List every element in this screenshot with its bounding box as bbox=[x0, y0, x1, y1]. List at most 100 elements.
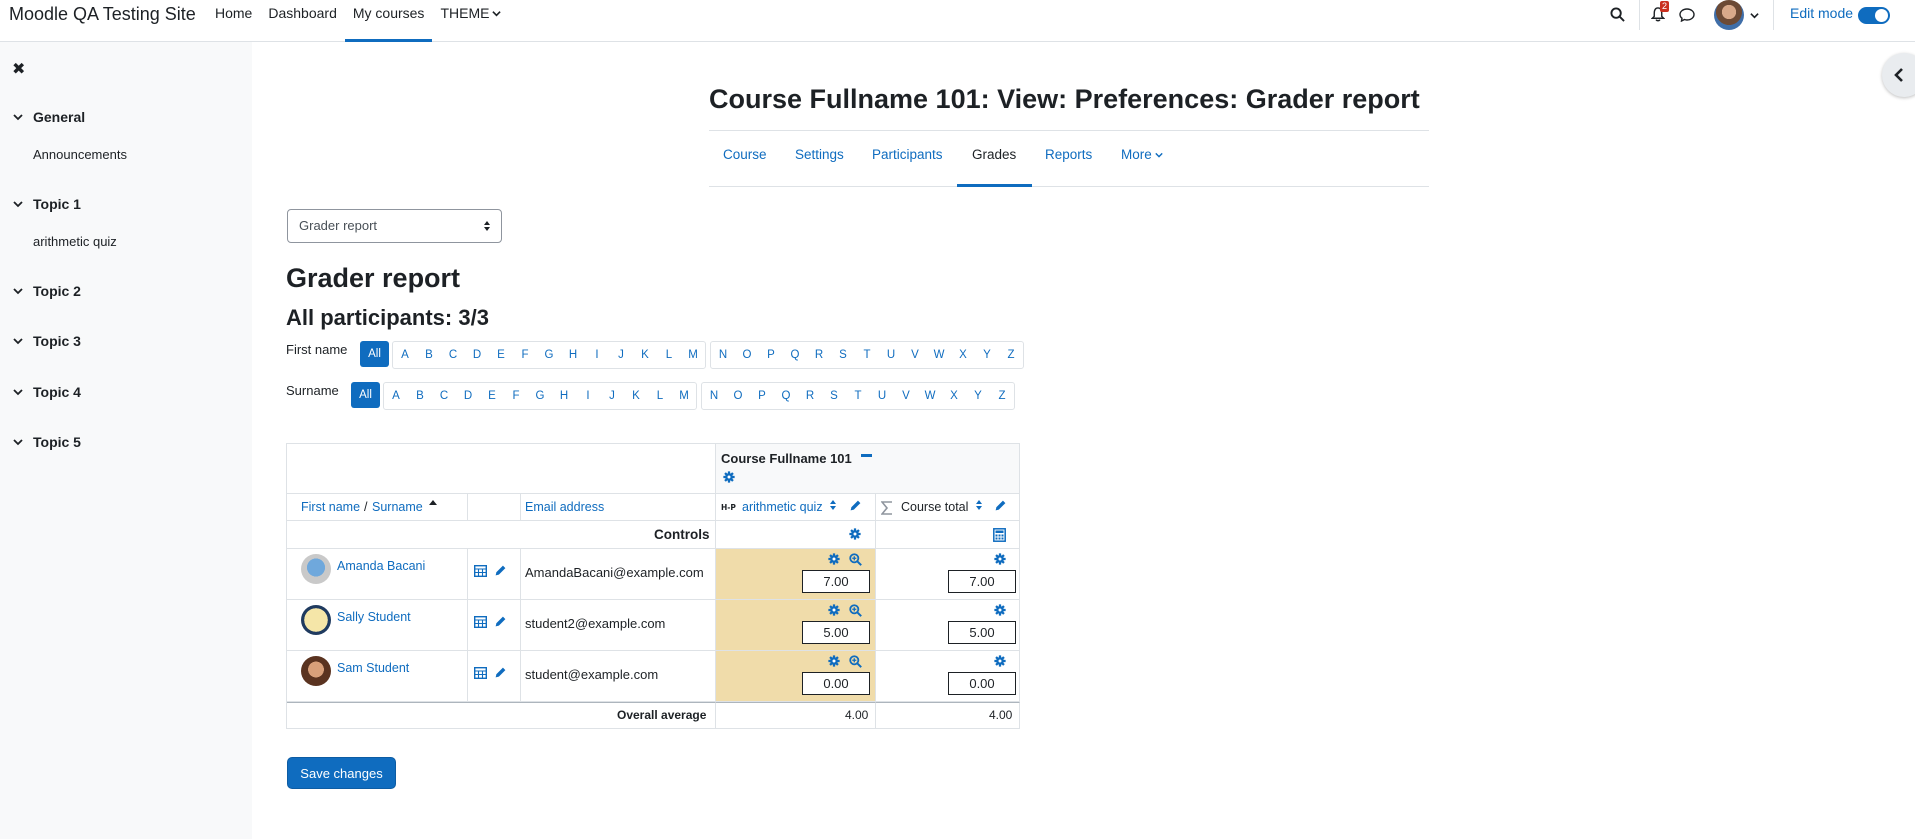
firstname-initial-w[interactable]: W bbox=[927, 342, 951, 368]
nav-theme[interactable]: THEME bbox=[432, 0, 509, 42]
pencil-icon[interactable] bbox=[994, 499, 1007, 512]
surname-initial-d[interactable]: D bbox=[456, 383, 480, 409]
firstname-initial-z[interactable]: Z bbox=[999, 342, 1023, 368]
firstname-initial-x[interactable]: X bbox=[951, 342, 975, 368]
student-name-link[interactable]: Sally Student bbox=[337, 610, 411, 624]
firstname-initial-c[interactable]: C bbox=[441, 342, 465, 368]
zoom-in-icon[interactable] bbox=[849, 655, 862, 668]
collapse-icon[interactable] bbox=[861, 454, 872, 458]
firstname-initial-j[interactable]: J bbox=[609, 342, 633, 368]
firstname-initial-f[interactable]: F bbox=[513, 342, 537, 368]
firstname-initial-i[interactable]: I bbox=[585, 342, 609, 368]
surname-initial-w[interactable]: W bbox=[918, 383, 942, 409]
surname-initial-u[interactable]: U bbox=[870, 383, 894, 409]
firstname-initial-o[interactable]: O bbox=[735, 342, 759, 368]
edit-mode-toggle[interactable] bbox=[1858, 7, 1890, 24]
course-total-input[interactable]: 7.00 bbox=[948, 570, 1016, 593]
zoom-in-icon[interactable] bbox=[849, 604, 862, 617]
site-name[interactable]: Moodle QA Testing Site bbox=[9, 4, 196, 25]
surname-initial-k[interactable]: K bbox=[624, 383, 648, 409]
gear-icon[interactable] bbox=[828, 553, 840, 565]
firstname-initial-h[interactable]: H bbox=[561, 342, 585, 368]
surname-initial-m[interactable]: M bbox=[672, 383, 696, 409]
surname-initial-e[interactable]: E bbox=[480, 383, 504, 409]
firstname-initial-u[interactable]: U bbox=[879, 342, 903, 368]
surname-initial-j[interactable]: J bbox=[600, 383, 624, 409]
gear-icon[interactable] bbox=[994, 655, 1006, 667]
surname-initial-x[interactable]: X bbox=[942, 383, 966, 409]
tab-grades[interactable]: Grades bbox=[972, 147, 1016, 162]
nav-home[interactable]: Home bbox=[207, 0, 260, 42]
surname-initial-v[interactable]: V bbox=[894, 383, 918, 409]
nav-dashboard[interactable]: Dashboard bbox=[260, 0, 345, 42]
firstname-initial-q[interactable]: Q bbox=[783, 342, 807, 368]
surname-initial-y[interactable]: Y bbox=[966, 383, 990, 409]
surname-initial-h[interactable]: H bbox=[552, 383, 576, 409]
sort-icon[interactable] bbox=[975, 499, 983, 511]
grade-input[interactable]: 5.00 bbox=[802, 621, 870, 644]
tab-participants[interactable]: Participants bbox=[872, 147, 943, 162]
course-total-input[interactable]: 5.00 bbox=[948, 621, 1016, 644]
user-menu-chevron-down-icon[interactable] bbox=[1750, 11, 1759, 20]
firstname-initial-y[interactable]: Y bbox=[975, 342, 999, 368]
firstname-initial-b[interactable]: B bbox=[417, 342, 441, 368]
firstname-initial-a[interactable]: A bbox=[393, 342, 417, 368]
surname-initial-n[interactable]: N bbox=[702, 383, 726, 409]
surname-initial-f[interactable]: F bbox=[504, 383, 528, 409]
firstname-initial-t[interactable]: T bbox=[855, 342, 879, 368]
surname-initial-a[interactable]: A bbox=[384, 383, 408, 409]
pencil-icon[interactable] bbox=[494, 666, 507, 679]
activity-announcements[interactable]: Announcements bbox=[33, 147, 127, 162]
sort-firstname-link[interactable]: First name bbox=[301, 500, 360, 514]
firstname-initial-k[interactable]: K bbox=[633, 342, 657, 368]
firstname-initial-r[interactable]: R bbox=[807, 342, 831, 368]
surname-initial-c[interactable]: C bbox=[432, 383, 456, 409]
pencil-icon[interactable] bbox=[494, 615, 507, 628]
firstname-initial-e[interactable]: E bbox=[489, 342, 513, 368]
surname-initial-q[interactable]: Q bbox=[774, 383, 798, 409]
surname-initial-t[interactable]: T bbox=[846, 383, 870, 409]
pencil-icon[interactable] bbox=[494, 564, 507, 577]
firstname-initial-g[interactable]: G bbox=[537, 342, 561, 368]
surname-initial-g[interactable]: G bbox=[528, 383, 552, 409]
surname-initial-b[interactable]: B bbox=[408, 383, 432, 409]
firstname-initial-all[interactable]: All bbox=[360, 341, 389, 367]
sort-icon[interactable] bbox=[829, 499, 837, 511]
grade-input[interactable]: 0.00 bbox=[802, 672, 870, 695]
gear-icon[interactable] bbox=[849, 528, 861, 540]
grade-item-link[interactable]: arithmetic quiz bbox=[742, 500, 823, 514]
firstname-initial-v[interactable]: V bbox=[903, 342, 927, 368]
calculator-icon[interactable] bbox=[993, 528, 1006, 542]
open-block-drawer-button[interactable] bbox=[1882, 53, 1915, 97]
user-avatar[interactable] bbox=[1714, 0, 1744, 30]
student-name-link[interactable]: Sam Student bbox=[337, 661, 409, 675]
activity-arithmetic-quiz[interactable]: arithmetic quiz bbox=[33, 234, 117, 249]
table-icon[interactable] bbox=[474, 565, 487, 577]
firstname-initial-s[interactable]: S bbox=[831, 342, 855, 368]
student-avatar[interactable] bbox=[301, 605, 331, 635]
surname-initial-o[interactable]: O bbox=[726, 383, 750, 409]
student-avatar[interactable] bbox=[301, 554, 331, 584]
sort-surname-link[interactable]: Surname bbox=[372, 500, 423, 514]
pencil-icon[interactable] bbox=[849, 499, 862, 512]
surname-initial-z[interactable]: Z bbox=[990, 383, 1014, 409]
table-icon[interactable] bbox=[474, 616, 487, 628]
tab-course[interactable]: Course bbox=[723, 147, 767, 162]
student-avatar[interactable] bbox=[301, 656, 331, 686]
surname-initial-l[interactable]: L bbox=[648, 383, 672, 409]
tab-more[interactable]: More bbox=[1121, 147, 1163, 162]
firstname-initial-p[interactable]: P bbox=[759, 342, 783, 368]
gear-icon[interactable] bbox=[723, 471, 735, 483]
report-selector[interactable]: Grader report bbox=[287, 209, 502, 243]
surname-initial-s[interactable]: S bbox=[822, 383, 846, 409]
student-name-link[interactable]: Amanda Bacani bbox=[337, 559, 425, 573]
gear-icon[interactable] bbox=[828, 655, 840, 667]
tab-reports[interactable]: Reports bbox=[1045, 147, 1092, 162]
firstname-initial-n[interactable]: N bbox=[711, 342, 735, 368]
gear-icon[interactable] bbox=[994, 553, 1006, 565]
search-icon[interactable] bbox=[1610, 7, 1625, 22]
firstname-initial-d[interactable]: D bbox=[465, 342, 489, 368]
messages-icon[interactable] bbox=[1679, 8, 1695, 22]
surname-initial-r[interactable]: R bbox=[798, 383, 822, 409]
grade-input[interactable]: 7.00 bbox=[802, 570, 870, 593]
